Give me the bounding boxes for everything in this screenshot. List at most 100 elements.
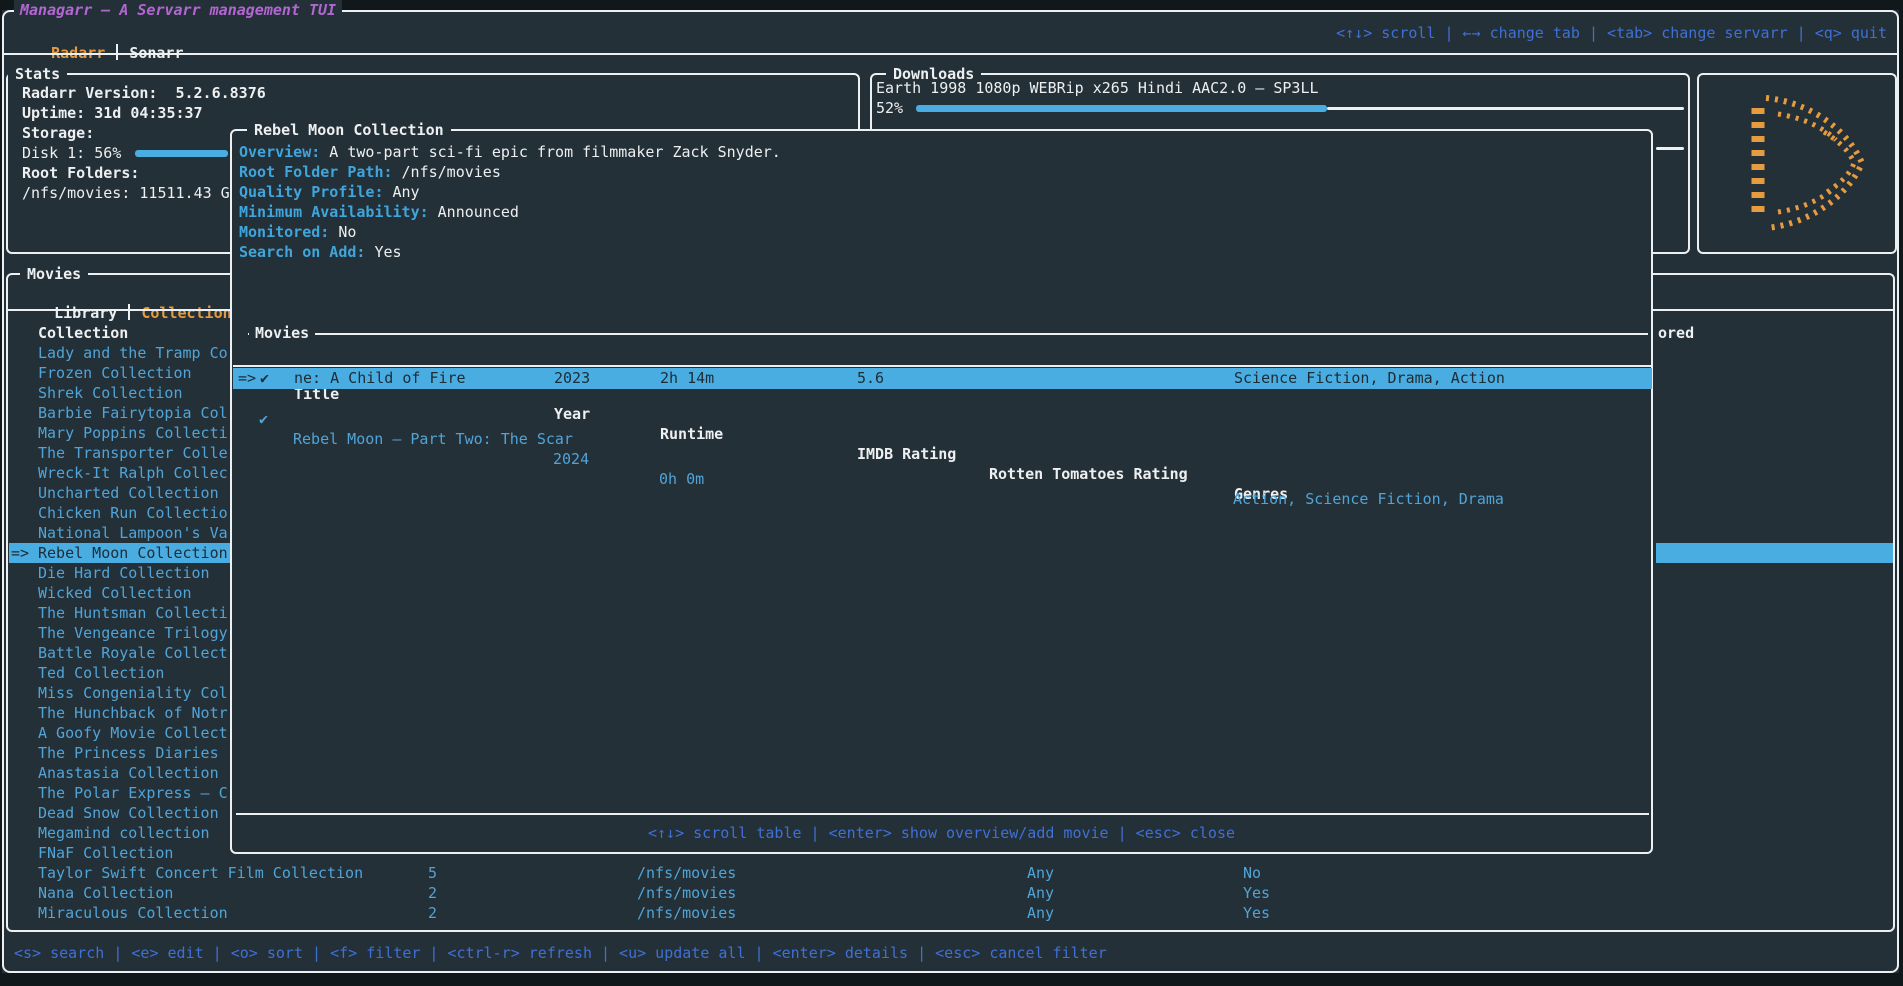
list-item[interactable]: Frozen Collection [9,363,230,383]
monitored-value: No [1243,863,1261,883]
collection-name: Taylor Swift Concert Film Collection [38,863,363,883]
stats-panel-title: Stats [8,64,67,84]
field-search-on-add: Search on Add: Yes [239,242,402,262]
download-item-percent: 52% [876,98,903,118]
tab-collections[interactable]: Collections [141,304,240,322]
field-root-folder: Root Folder Path:/nfs/movies [239,162,501,182]
top-keybindings: <↑↓> scroll | ←→ change tab | <tab> chan… [1336,23,1887,43]
movie-runtime: 0h 0m [659,469,704,489]
movie-title: Rebel Moon – Part Two: The Scar [293,429,573,449]
terminal-screen: Managarr – A Servarr management TUI Rada… [0,0,1903,986]
collection-name: Nana Collection [38,883,173,903]
download-gauge-rest [1327,107,1684,110]
field-overview: Overview:A two-part sci-fi epic from fil… [239,142,781,162]
list-item[interactable]: The Transporter Colle [9,443,230,463]
root-folder: /nfs/movies [637,883,736,903]
monitored-check-icon: ✔ [260,368,269,388]
field-value: Announced [438,203,519,221]
modal-title: Rebel Moon Collection [247,120,451,140]
monitored-value: Yes [1243,883,1270,903]
field-min-availability: Minimum Availability: Announced [239,202,519,222]
bottom-keybindings: <s> search | <e> edit | <o> sort | <f> f… [14,943,1107,963]
movies-table-row[interactable]: ✔ Rebel Moon – Part Two: The Scar 2024 0… [232,389,1651,409]
list-item[interactable]: Chicken Run Collectio [9,503,230,523]
list-item[interactable]: Miss Congeniality Col [9,683,230,703]
list-item[interactable]: Barbie Fairytopia Col [9,403,230,423]
movies-table-header: ✔ Title Year Runtime IMDB Rating Rotten … [232,344,1651,364]
list-item[interactable]: Die Hard Collection [9,563,230,583]
movie-title: ne: A Child of Fire [294,368,466,388]
field-value: Yes [374,243,401,261]
radarr-logo-icon [1732,84,1872,242]
list-item[interactable]: Uncharted Collection [9,483,230,503]
list-item[interactable]: Mary Poppins Collecti [9,423,230,443]
field-label: Overview: [239,143,320,161]
selection-arrow: => [11,543,38,563]
collection-name: Miraculous Collection [38,903,228,923]
movies-table-top-border [248,333,1648,335]
stats-rootfolder-row: /nfs/movies: 11511.43 GB [22,183,239,203]
field-label: Quality Profile: [239,183,384,201]
list-item[interactable]: The Vengeance Trilogy [9,623,230,643]
movies-table-row-selected[interactable]: => ✔ ne: A Child of Fire 2023 2h 14m 5.6… [233,368,1652,389]
list-item[interactable]: Dead Snow Collection [9,803,230,823]
list-item[interactable]: Ted Collection [9,663,230,683]
list-item[interactable]: The Princess Diaries [9,743,230,763]
movie-genres: Science Fiction, Drama, Action [1234,368,1505,388]
movie-count: 5 [428,863,437,883]
list-item[interactable]: National Lampoon's Va [9,523,230,543]
monitored-header-fragment: ored [1658,323,1694,343]
list-item[interactable]: Wreck-It Ralph Collec [9,463,230,483]
field-label: Monitored: [239,223,329,241]
root-folder: /nfs/movies [637,903,736,923]
field-label: Minimum Availability: [239,203,429,221]
quality-profile: Any [1027,903,1054,923]
list-item[interactable]: Lady and the Tramp Co [9,343,230,363]
list-item[interactable]: Wicked Collection [9,583,230,603]
movie-count: 2 [428,883,437,903]
list-item[interactable]: The Hunchback of Notr [9,703,230,723]
stats-storage-label: Storage: [22,123,94,143]
quality-profile: Any [1027,863,1054,883]
stats-uptime-value: 31d 04:35:37 [94,104,202,122]
root-folder: /nfs/movies [637,863,736,883]
list-item[interactable]: A Goofy Movie Collect [9,723,230,743]
collection-details-modal: Rebel Moon Collection Overview:A two-par… [230,129,1653,854]
field-monitored: Monitored:No [239,222,356,242]
list-item[interactable]: Megamind collection [9,823,230,843]
header-rt: Rotten Tomatoes Rating [989,464,1188,484]
stats-version-row: Radarr Version:5.2.6.8376 [22,83,266,103]
field-label: Search on Add: [239,243,365,261]
list-item[interactable]: The Polar Express – C [9,783,230,803]
monitored-check-icon: ✔ [259,409,268,429]
header-imdb: IMDB Rating [857,444,956,464]
download2-gauge-fragment [1656,147,1684,150]
collections-list: Lady and the Tramp Co Frozen Collection … [9,343,230,863]
field-value: Any [393,183,420,201]
list-item-selected[interactable]: =>Rebel Moon Collection [9,543,230,563]
tab-separator [116,44,118,60]
movie-genres: Action, Science Fiction, Drama [1233,489,1504,509]
movie-year: 2024 [553,449,589,469]
list-item[interactable]: Shrek Collection [9,383,230,403]
list-item[interactable]: Battle Royale Collect [9,643,230,663]
movies-tab-separator-1 [128,304,130,320]
selected-collection-name: Rebel Moon Collection [38,544,228,562]
monitored-value: Yes [1243,903,1270,923]
app-title: Managarr – A Servarr management TUI [14,0,342,20]
download-gauge-filled [916,105,1327,112]
header-underline [233,365,1652,367]
servarr-tabs: RadarrSonarr [15,23,184,43]
stats-uptime-label: Uptime: [22,104,85,122]
field-value: /nfs/movies [402,163,501,181]
modal-keybindings: <↑↓> scroll table | <enter> show overvie… [232,823,1651,843]
movies-table-title: Movies [249,323,315,343]
movies-tabs: LibraryCollections [18,283,265,303]
list-item[interactable]: The Huntsman Collecti [9,603,230,623]
movie-imdb-rating: 5.6 [857,368,884,388]
tab-library[interactable]: Library [54,304,117,322]
list-item[interactable]: Anastasia Collection [9,763,230,783]
movie-year: 2023 [554,368,590,388]
disk-usage-gauge [135,150,228,157]
list-item[interactable]: FNaF Collection [9,843,230,863]
